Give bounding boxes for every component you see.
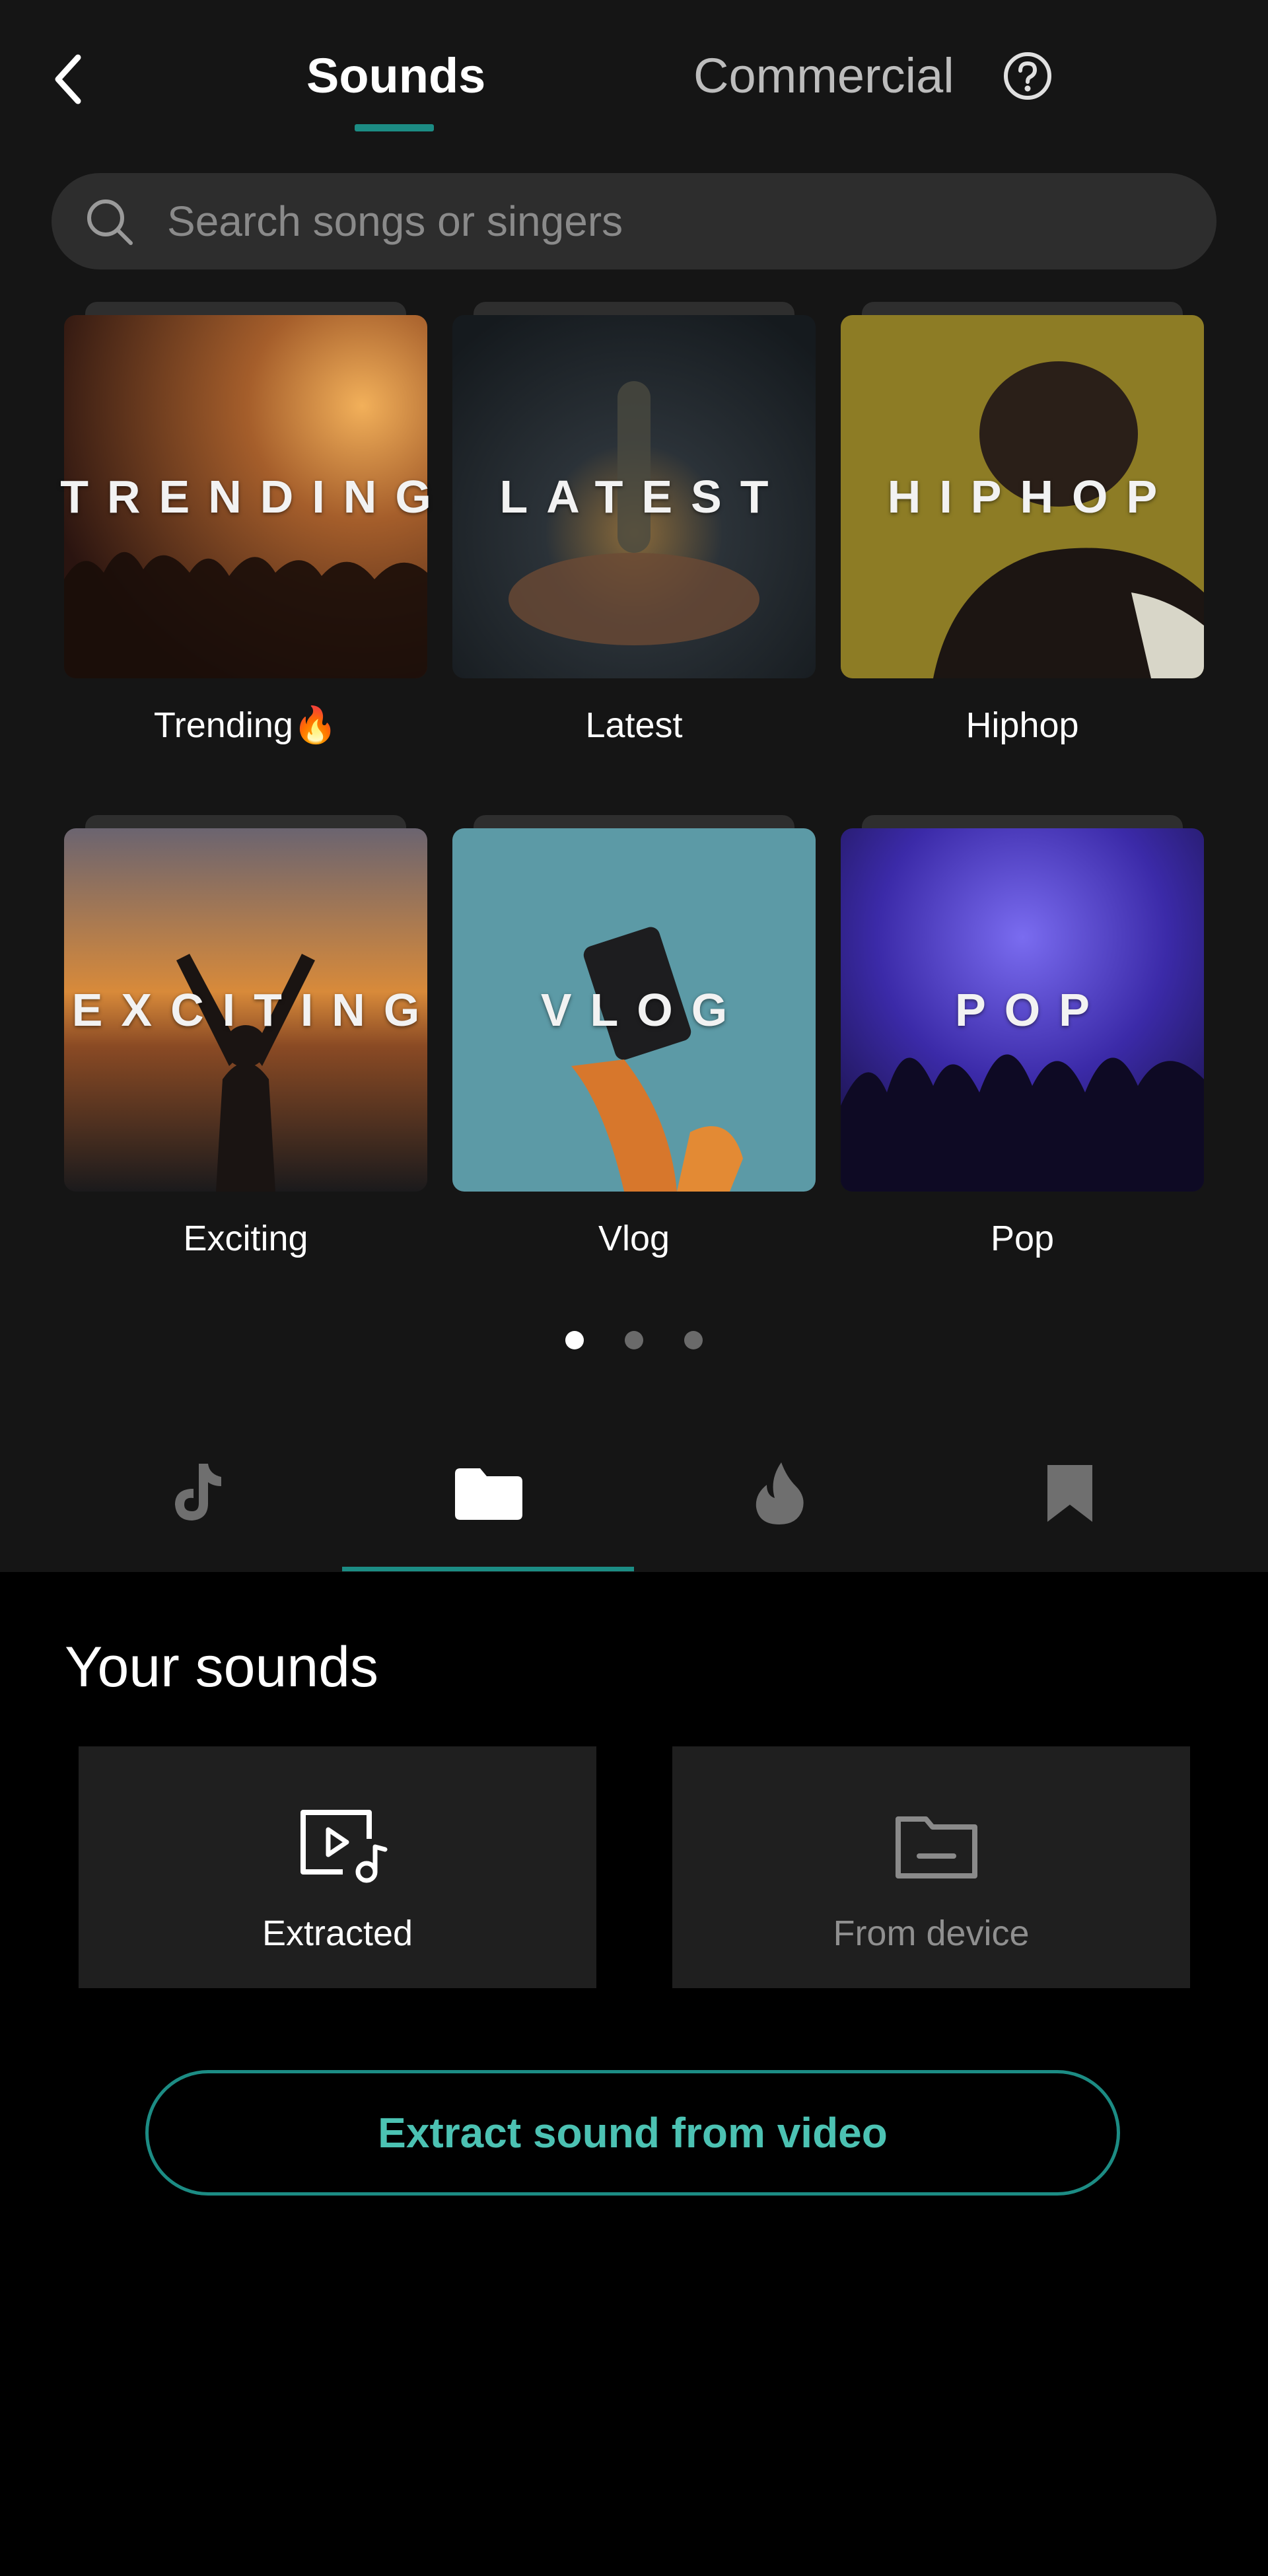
from-device-label: From device [833, 1914, 1030, 1953]
active-tab-indicator [355, 124, 434, 131]
category-label: Vlog [598, 1219, 670, 1258]
your-sounds-title: Your sounds [65, 1635, 378, 1699]
page-dot-2[interactable] [625, 1331, 643, 1349]
tab-local-folder[interactable] [343, 1447, 634, 1539]
flame-icon [756, 1462, 804, 1524]
tab-sounds[interactable]: Sounds [306, 46, 485, 106]
folder-outline-icon [896, 1816, 977, 1878]
extracted-label: Extracted [262, 1914, 413, 1953]
video-music-icon [300, 1810, 388, 1883]
search-input[interactable] [167, 173, 1158, 269]
search-bar[interactable] [52, 173, 1216, 269]
category-label: Latest [585, 705, 683, 745]
category-tile-text: EXCITING [71, 984, 439, 1036]
category-tile-text: LATEST [499, 471, 787, 522]
search-icon [87, 199, 133, 245]
category-tile-text: HIPHOP [887, 471, 1176, 522]
category-tile-text: TRENDING [60, 471, 450, 522]
folder-icon [455, 1468, 522, 1520]
category-label: Hiphop [966, 705, 1079, 745]
tab-bookmarks[interactable] [925, 1447, 1215, 1539]
back-button[interactable] [46, 50, 92, 109]
tab-tiktok[interactable] [53, 1447, 343, 1539]
category-label: Exciting [183, 1219, 308, 1258]
page-dot-3[interactable] [684, 1331, 703, 1349]
category-tile-text: VLOG [540, 984, 746, 1036]
chevron-left-icon [55, 54, 81, 104]
category-label: Trending🔥 [153, 705, 338, 745]
tiktok-icon [175, 1464, 221, 1521]
tab-commercial[interactable]: Commercial [693, 46, 954, 106]
extracted-card[interactable]: Extracted [79, 1746, 596, 1988]
question-circle-icon [1004, 52, 1051, 100]
help-button[interactable] [1003, 51, 1053, 101]
tab-trending[interactable] [634, 1447, 925, 1539]
extract-sound-button[interactable]: Extract sound from video [145, 2070, 1120, 2196]
category-tile-text: POP [955, 984, 1108, 1036]
page-dot-1[interactable] [565, 1331, 584, 1349]
active-bottom-tab-indicator [342, 1567, 634, 1571]
from-device-card[interactable]: From device [672, 1746, 1190, 1988]
category-label: Pop [990, 1219, 1055, 1258]
bookmark-icon [1047, 1465, 1092, 1522]
